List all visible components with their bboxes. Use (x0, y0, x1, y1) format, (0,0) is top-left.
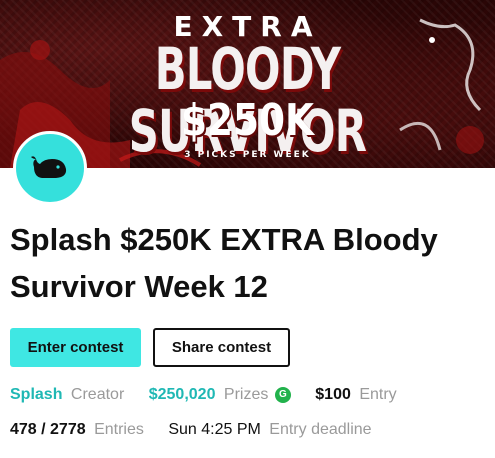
whale-icon (31, 156, 67, 178)
creator-name-link[interactable]: Splash (10, 386, 62, 404)
contest-meta-row-2: 478 / 2778 Entries Sun 4:25 PM Entry dea… (10, 421, 485, 439)
deadline-label: Entry deadline (269, 421, 372, 438)
prizes-value: $250,020 (148, 386, 216, 403)
entries-label: Entries (94, 421, 144, 438)
deadline-value: Sun 4:25 PM (168, 421, 261, 438)
creator-label: Creator (70, 386, 125, 403)
entry-fee-label: Entry (359, 386, 397, 403)
creator-avatar[interactable] (13, 131, 87, 205)
contest-meta-row-1: Splash Creator $250,020 Prizes G $100 En… (10, 386, 485, 404)
prizes-label: Prizes (223, 386, 269, 403)
entry-fee-value: $100 (315, 386, 351, 403)
banner-amount: $250K (180, 95, 315, 146)
contest-title: Splash $250K EXTRA Bloody Survivor Week … (10, 222, 438, 304)
entries-count: 478 / 2778 (10, 421, 86, 438)
share-contest-button[interactable]: Share contest (153, 328, 290, 367)
guaranteed-badge-icon[interactable]: G (274, 387, 291, 403)
enter-contest-button[interactable]: Enter contest (10, 328, 141, 367)
